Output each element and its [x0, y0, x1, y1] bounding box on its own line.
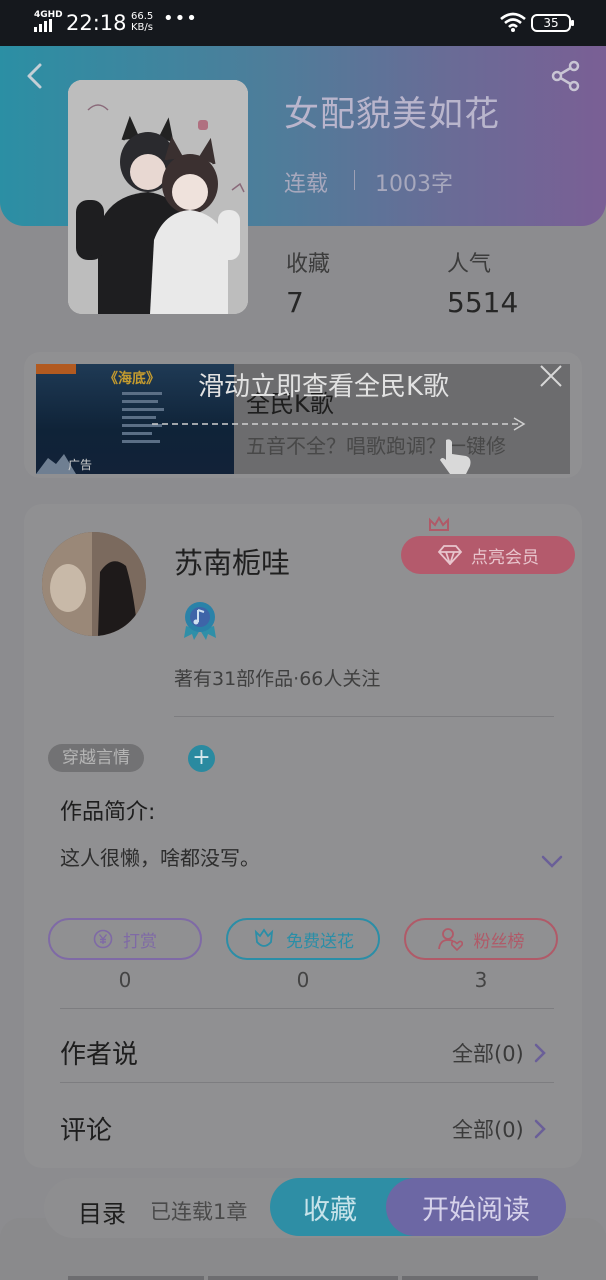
more-notifications-icon: •••	[163, 8, 198, 29]
avatar-image	[42, 532, 146, 636]
battery-indicator: 35	[531, 14, 574, 32]
book-word-count: 1003字	[375, 172, 453, 197]
chevron-right-icon	[534, 1119, 546, 1139]
share-icon[interactable]	[550, 60, 582, 92]
intro-text: 这人很懒，啥都没写。	[60, 846, 260, 870]
speed-value: 66.5	[131, 11, 154, 22]
add-tag-button[interactable]: +	[188, 745, 215, 772]
fans-ranking-button[interactable]: 粉丝榜	[404, 918, 558, 960]
tip-label: 打赏	[123, 931, 157, 952]
back-arrow-icon[interactable]	[22, 62, 46, 90]
sheet-divider	[68, 1276, 204, 1280]
signal-icon	[34, 19, 52, 32]
ad-label: 广告	[68, 458, 93, 472]
status-bar: 4GHD 22:18 66.5 KB/s ••• 35	[0, 0, 606, 46]
divider	[60, 1082, 554, 1083]
status-divider	[354, 170, 355, 190]
author-says-link[interactable]: 全部(0)	[452, 1038, 546, 1068]
crown-icon	[429, 516, 449, 531]
book-status: 连载	[284, 172, 329, 197]
popularity-label: 人气	[447, 252, 492, 277]
swipe-arrow-icon	[152, 417, 526, 431]
vip-button-label: 点亮会员	[471, 547, 539, 568]
favorites-count: 7	[286, 286, 304, 319]
speed-unit: KB/s	[131, 22, 153, 33]
tip-button[interactable]: 打赏	[48, 918, 202, 960]
network-speed: 66.5 KB/s	[131, 11, 153, 33]
sheet-divider	[402, 1276, 538, 1280]
clock: 22:18	[66, 11, 127, 35]
sheet-divider	[208, 1276, 398, 1280]
flower-icon	[254, 928, 274, 947]
yen-icon	[93, 929, 113, 949]
diamond-icon	[437, 545, 463, 565]
chevron-right-icon	[534, 1043, 546, 1063]
genre-tag[interactable]: 穿越言情	[48, 744, 144, 772]
ad-swipe-hint: 滑动立即查看全民K歌	[198, 372, 450, 402]
favorite-label: 收藏	[303, 1194, 357, 1226]
author-medal-icon[interactable]	[182, 600, 218, 640]
divider	[174, 716, 554, 717]
author-avatar[interactable]	[42, 532, 146, 636]
send-flower-button[interactable]: 免费送花	[226, 918, 380, 960]
book-title: 女配貌美如花	[284, 95, 501, 135]
author-stats: 著有31部作品·66人关注	[174, 668, 381, 690]
start-reading-label: 开始阅读	[422, 1194, 530, 1226]
chapter-count: 已连载1章	[150, 1200, 248, 1224]
start-reading-button[interactable]: 开始阅读	[386, 1178, 566, 1236]
author-says-all: 全部(0)	[452, 1042, 524, 1066]
table-of-contents-button[interactable]: 目录	[78, 1194, 126, 1229]
send-flower-label: 免费送花	[286, 931, 354, 952]
author-says-label: 作者说	[60, 1040, 139, 1070]
divider	[60, 1008, 554, 1009]
comments-link[interactable]: 全部(0)	[452, 1114, 546, 1144]
fans-ranking-label: 粉丝榜	[473, 931, 525, 952]
author-name: 苏南栀哇	[174, 546, 291, 580]
tip-count: 0	[118, 968, 132, 992]
fans-count: 3	[474, 968, 488, 992]
wifi-icon	[500, 12, 526, 32]
favorites-label: 收藏	[286, 252, 331, 277]
popularity-count: 5514	[447, 286, 519, 319]
cover-illustration	[68, 80, 248, 314]
swipe-hand-icon	[440, 439, 471, 474]
comments-label: 评论	[60, 1116, 113, 1146]
ad-poster-title: 《海底》	[104, 371, 160, 387]
comments-all: 全部(0)	[452, 1118, 524, 1142]
ad-close-icon[interactable]	[539, 364, 563, 388]
intro-label: 作品简介:	[60, 800, 156, 825]
fans-icon	[437, 928, 463, 951]
book-cover[interactable]	[68, 80, 248, 314]
flower-count: 0	[296, 968, 310, 992]
chevron-down-icon[interactable]	[541, 855, 563, 869]
vip-button[interactable]: 点亮会员	[401, 536, 575, 574]
